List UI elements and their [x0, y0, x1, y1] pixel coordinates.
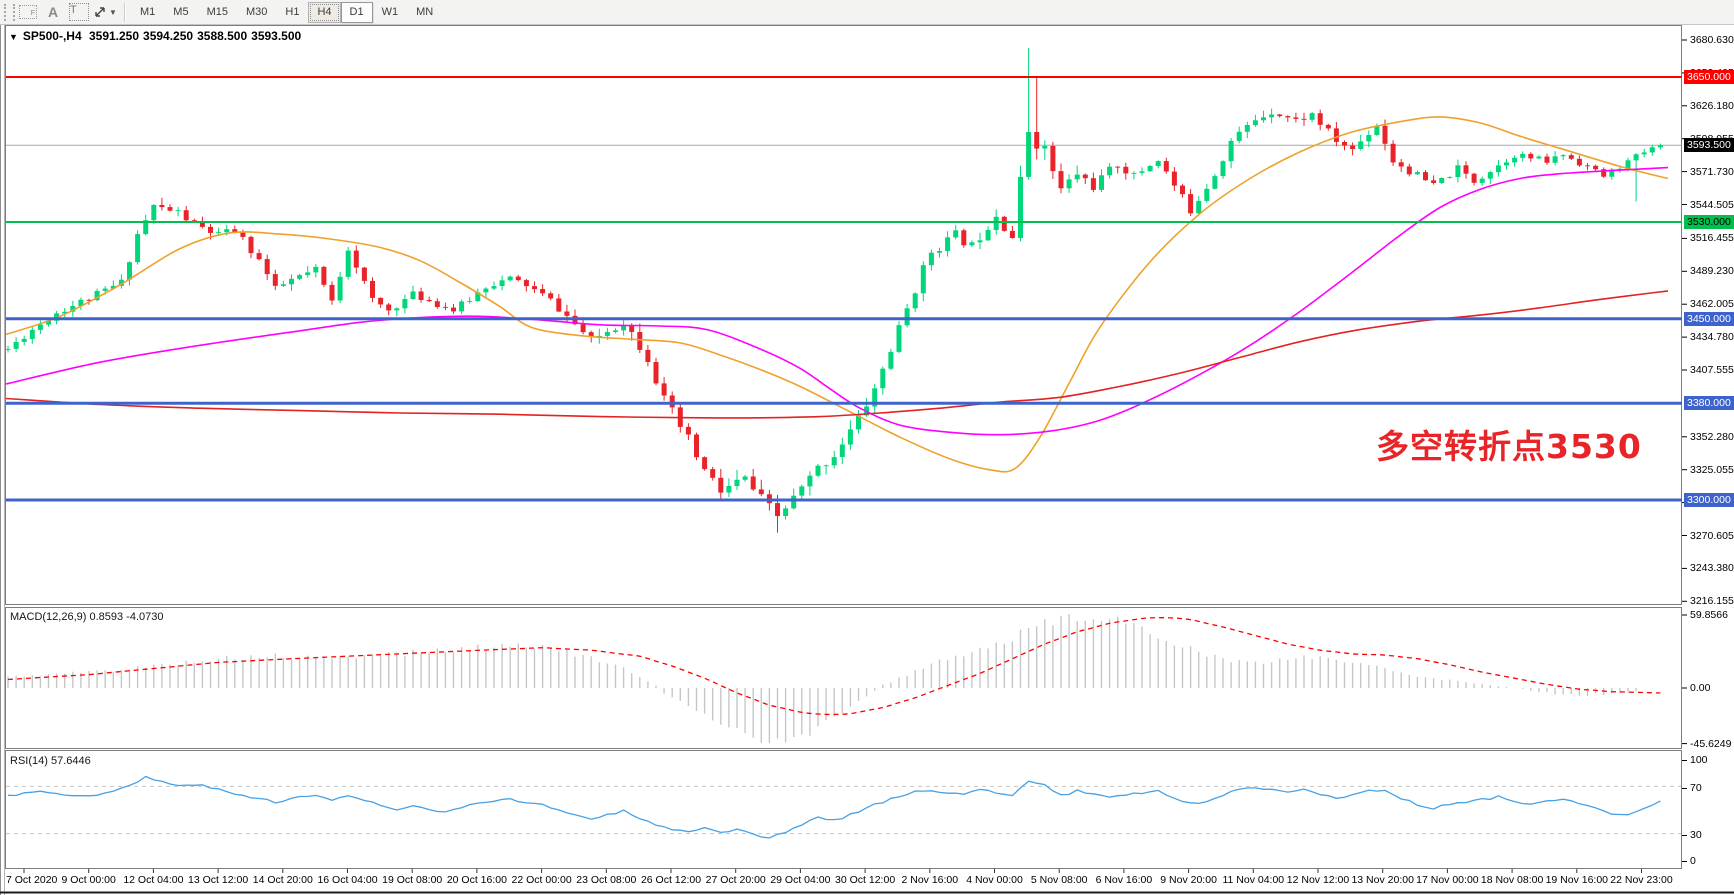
- time-axis-label: 30 Oct 12:00: [835, 874, 895, 886]
- time-axis-label: 23 Oct 08:00: [576, 874, 636, 886]
- macd-axis-tick: 0.00: [1690, 681, 1710, 695]
- macd-axis-tick: -45.6249: [1690, 737, 1731, 751]
- price-axis-tick: 3544.505: [1690, 198, 1734, 212]
- macd-label: MACD(12,26,9) 0.8593 -4.0730: [10, 611, 163, 623]
- ohlc-open: 3591.250: [89, 29, 139, 43]
- time-axis-label: 20 Oct 16:00: [447, 874, 507, 886]
- price-axis-tick: 3407.555: [1690, 363, 1734, 377]
- rsi-axis-tick: 0: [1690, 854, 1696, 868]
- time-axis-label: 6 Nov 16:00: [1096, 874, 1153, 886]
- time-axis-label: 14 Oct 20:00: [253, 874, 313, 886]
- time-axis-label: 7 Oct 2020: [6, 874, 57, 886]
- ohlc-high: 3594.250: [143, 29, 193, 43]
- time-axis-label: 13 Nov 20:00: [1351, 874, 1413, 886]
- price-axis-tick: 3626.180: [1690, 99, 1734, 113]
- hline-price-label: 3650.000: [1684, 70, 1734, 84]
- time-axis-label: 12 Oct 04:00: [123, 874, 183, 886]
- time-axis-label: 17 Nov 00:00: [1416, 874, 1478, 886]
- ohlc-close: 3593.500: [251, 29, 301, 43]
- rsi-label: RSI(14) 57.6446: [10, 755, 91, 767]
- time-axis-label: 29 Oct 04:00: [770, 874, 830, 886]
- time-axis-label: 19 Oct 08:00: [382, 874, 442, 886]
- time-axis-label: 11 Nov 04:00: [1222, 874, 1284, 886]
- hline-price-label: 3450.000: [1684, 312, 1734, 326]
- time-axis-label: 9 Nov 20:00: [1160, 874, 1217, 886]
- time-axis-label: 5 Nov 08:00: [1031, 874, 1088, 886]
- time-axis-label: 16 Oct 04:00: [317, 874, 377, 886]
- price-axis-tick: 3270.605: [1690, 529, 1734, 543]
- chart-title[interactable]: ▼ SP500-,H4 3591.250 3594.250 3588.500 3593.…: [9, 29, 305, 43]
- ohlc-low: 3588.500: [197, 29, 247, 43]
- time-axis-label: 2 Nov 16:00: [901, 874, 958, 886]
- rsi-axis-tick: 100: [1690, 753, 1708, 767]
- rsi-axis-tick: 70: [1690, 781, 1702, 795]
- time-axis-label: 13 Oct 12:00: [188, 874, 248, 886]
- price-axis-tick: 3680.630: [1690, 33, 1734, 47]
- macd-axis-tick: 59.8566: [1690, 608, 1728, 622]
- chart-menu-arrow-icon[interactable]: ▼: [9, 32, 18, 42]
- time-axis-label: 26 Oct 12:00: [641, 874, 701, 886]
- hline-price-label: 3530.000: [1684, 215, 1734, 229]
- time-axis-label: 27 Oct 20:00: [706, 874, 766, 886]
- time-axis-label: 22 Nov 23:00: [1610, 874, 1672, 886]
- price-axis-tick: 3352.280: [1690, 430, 1734, 444]
- time-axis-label: 19 Nov 16:00: [1546, 874, 1608, 886]
- price-axis-tick: 3462.005: [1690, 297, 1734, 311]
- time-axis-label: 18 Nov 08:00: [1481, 874, 1543, 886]
- price-axis-tick: 3489.230: [1690, 264, 1734, 278]
- bid-price-label: 3593.500: [1684, 138, 1734, 152]
- hline-price-label: 3380.000: [1684, 396, 1734, 410]
- chart-symbol: SP500-,H4: [23, 29, 82, 43]
- price-axis-tick: 3325.055: [1690, 463, 1734, 477]
- price-axis-tick: 3571.730: [1690, 165, 1734, 179]
- rsi-axis-tick: 30: [1690, 828, 1702, 842]
- time-axis-label: 9 Oct 00:00: [62, 874, 116, 886]
- annotation-text: 多空转折点3530: [1376, 420, 1642, 468]
- price-axis-tick: 3243.380: [1690, 561, 1734, 575]
- price-axis-tick: 3216.155: [1690, 594, 1734, 608]
- time-axis-label: 4 Nov 00:00: [966, 874, 1023, 886]
- price-axis-tick: 3516.455: [1690, 231, 1734, 245]
- price-axis-tick: 3434.780: [1690, 330, 1734, 344]
- time-axis-label: 22 Oct 00:00: [512, 874, 572, 886]
- hline-price-label: 3300.000: [1684, 493, 1734, 507]
- time-axis-label: 12 Nov 12:00: [1287, 874, 1349, 886]
- mt4-chart-window: F A T ▼ M1M5M15M30H1H4D1W1MN ▼SP500-,H4 …: [0, 0, 1734, 895]
